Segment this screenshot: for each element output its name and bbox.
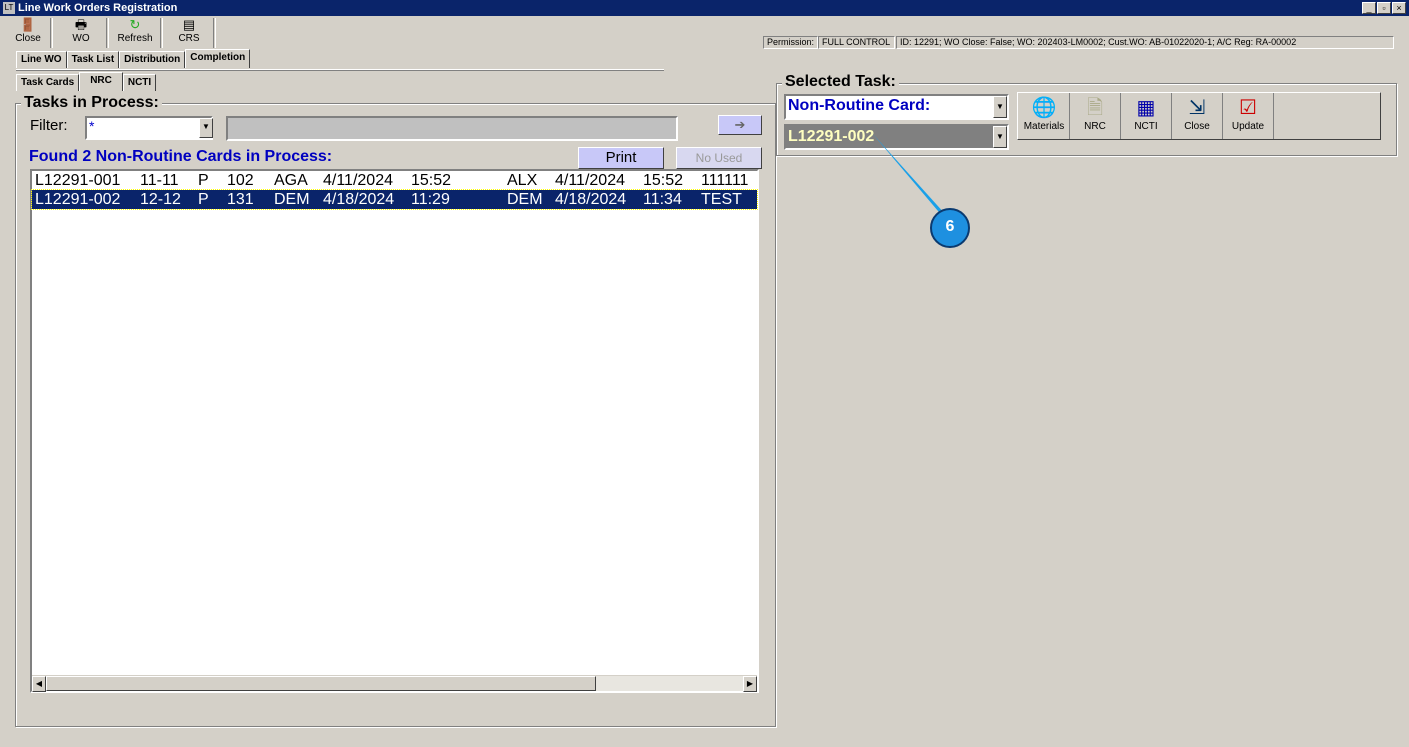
scroll-left-button[interactable]: ◀ (32, 676, 46, 692)
main-tabs: Line WO Task List Distribution Completio… (16, 49, 251, 68)
tab-distribution[interactable]: Distribution (119, 51, 186, 68)
sub-tabs: Task Cards NRC NCTI (16, 72, 157, 91)
app-icon: LT (3, 2, 15, 14)
cell-created-by: AGA (274, 172, 308, 189)
label: WO (72, 33, 90, 44)
action-materials-button[interactable]: 🌐 Materials (1019, 93, 1070, 139)
window-title: Line Work Orders Registration (18, 2, 178, 14)
tab-line-wo[interactable]: Line WO (16, 51, 67, 68)
permission-value: FULL CONTROL (818, 36, 895, 49)
filter-label: Filter: (30, 117, 68, 134)
action-nrc-button[interactable]: 🗎 NRC (1070, 93, 1121, 139)
cell-created-time: 11:29 (411, 191, 450, 208)
nrc-list[interactable]: L12291-001 11-11 P 102 AGA 4/11/2024 15:52 ALX 4… (30, 169, 759, 693)
refresh-icon: ↻ (129, 17, 141, 32)
label: NCTI (1134, 121, 1158, 132)
cell-card-no: L12291-001 (35, 172, 121, 189)
update-checklist-icon: ☑ (1239, 97, 1257, 119)
cell-priority: P (198, 191, 209, 208)
annotation-number: 6 (945, 218, 955, 235)
go-arrow-button[interactable]: ➔ (718, 115, 762, 135)
table-row[interactable]: L12291-001 11-11 P 102 AGA 4/11/2024 15:52 ALX 4… (32, 171, 757, 190)
filter-value: * (89, 118, 95, 134)
cell-closed-by: DEM (507, 191, 543, 208)
cell-remark: TEST (701, 191, 742, 208)
nrc-document-icon: 🗎 (1086, 97, 1104, 119)
divider (50, 18, 53, 48)
printer-icon: 🖶 (74, 17, 88, 32)
divider (106, 18, 109, 48)
scrollbar-thumb[interactable] (46, 676, 596, 691)
close-window-button[interactable]: × (1392, 2, 1406, 14)
tab-nrc[interactable]: NRC (79, 72, 123, 91)
work-order-info: ID: 12291; WO Close: False; WO: 202403-L… (896, 36, 1394, 49)
label: Refresh (117, 33, 153, 44)
label: Update (1231, 121, 1265, 132)
table-row-selected[interactable]: L12291-002 12-12 P 131 DEM 4/18/2024 11:29 DEM 4… (31, 189, 758, 210)
tasks-title: Tasks in Process: (21, 94, 162, 112)
certificate-icon: ▤ (182, 17, 196, 32)
card-dropdown-button[interactable]: ▼ (993, 126, 1007, 148)
filter-input[interactable]: * (85, 116, 213, 140)
permission-label: Permission: (763, 36, 818, 49)
label: Close (1184, 121, 1210, 132)
action-update-button[interactable]: ☑ Update (1223, 93, 1274, 139)
tab-ncti[interactable]: NCTI (122, 74, 157, 91)
horizontal-scrollbar[interactable]: ◀ ▶ (32, 675, 757, 692)
cell-closed-date: 4/18/2024 (555, 191, 627, 208)
cell-closed-by: ALX (507, 172, 538, 189)
label: NRC (1084, 121, 1106, 132)
toolbar-close-button[interactable]: 🚪 Close (8, 17, 48, 49)
close-task-icon: ⇲ (1188, 97, 1206, 119)
task-type-value: Non-Routine Card: (788, 97, 931, 114)
cell-closed-date: 4/11/2024 (555, 172, 625, 189)
filter-dropdown-button[interactable]: ▼ (199, 118, 213, 138)
label: CRS (178, 33, 200, 44)
tab-task-list[interactable]: Task List (66, 51, 120, 68)
selected-task-title: Selected Task: (782, 73, 899, 91)
label: Close (15, 33, 41, 44)
title-bar: Line Work Orders Registration (0, 0, 1409, 16)
tab-completion[interactable]: Completion (185, 49, 251, 68)
cell-created-date: 4/11/2024 (323, 172, 393, 189)
cell-closed-time: 15:52 (643, 172, 684, 189)
restore-button[interactable]: ▫ (1377, 2, 1391, 14)
toolbar-crs-button[interactable]: ▤ CRS (168, 17, 210, 49)
toolbar-refresh-button[interactable]: ↻ Refresh (113, 17, 157, 49)
divider (160, 18, 163, 48)
cell-number: 131 (227, 191, 254, 208)
label: Materials (1023, 121, 1065, 132)
task-type-select[interactable]: Non-Routine Card: (784, 94, 1009, 120)
cell-created-by: DEM (274, 191, 310, 208)
cell-created-date: 4/18/2024 (323, 191, 395, 208)
action-close-button[interactable]: ⇲ Close (1172, 93, 1223, 139)
cell-priority: P (198, 172, 209, 189)
cell-number: 102 (227, 172, 254, 189)
toolbar-wo-button[interactable]: 🖶 WO (60, 17, 102, 49)
minimize-button[interactable]: _ (1362, 2, 1376, 14)
cell-created-time: 15:52 (411, 172, 452, 189)
filter-text-field[interactable] (226, 116, 678, 141)
cell-ata: 11-11 (140, 172, 179, 189)
cell-ata: 12-12 (140, 191, 181, 208)
found-count-text: Found 2 Non-Routine Cards in Process: (29, 148, 333, 165)
divider (213, 18, 216, 48)
ncti-grid-icon: ▦ (1136, 97, 1156, 119)
materials-globe-icon: 🌐 (1031, 97, 1057, 119)
cell-remark: 111111 (701, 172, 749, 189)
task-type-dropdown-button[interactable]: ▼ (993, 96, 1007, 118)
action-ncti-button[interactable]: ▦ NCTI (1121, 93, 1172, 139)
arrow-right-icon: ➔ (734, 117, 746, 132)
tab-task-cards[interactable]: Task Cards (16, 74, 80, 91)
no-used-button[interactable]: No Used (676, 147, 762, 169)
door-exit-icon: 🚪 (19, 17, 37, 32)
divider (16, 69, 664, 71)
print-button[interactable]: Print (578, 147, 664, 169)
cell-closed-time: 11:34 (643, 191, 682, 208)
cell-card-no: L12291-002 (35, 191, 121, 208)
scroll-right-button[interactable]: ▶ (743, 676, 757, 692)
